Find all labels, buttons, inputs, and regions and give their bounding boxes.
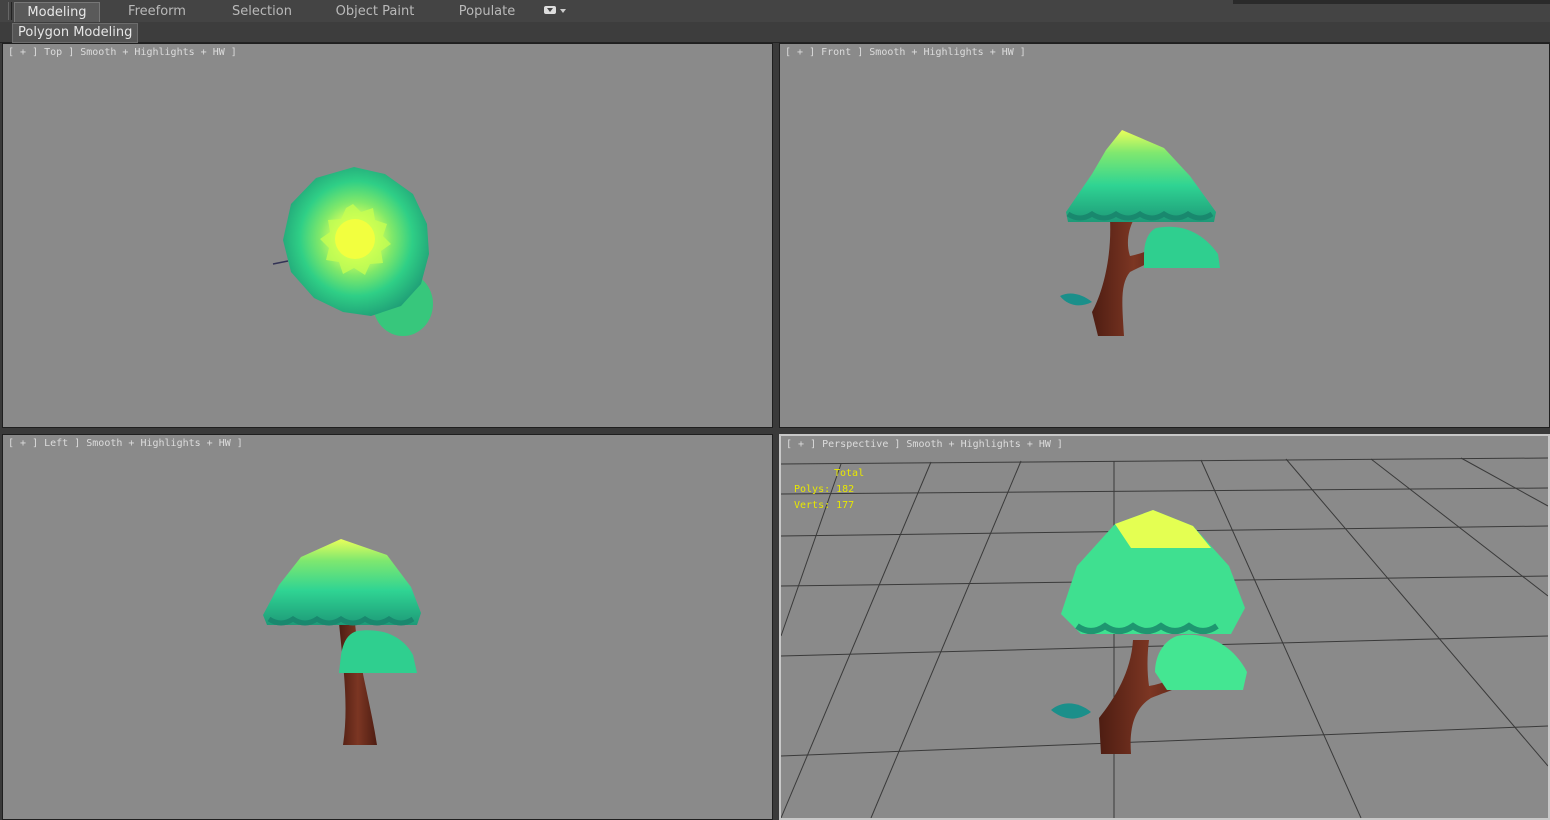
main-canopy-left <box>263 539 421 625</box>
main-canopy-front <box>1066 130 1216 222</box>
canopy-peak-top <box>335 219 375 259</box>
ribbon-grip[interactable] <box>8 2 12 20</box>
viewport-left[interactable]: [ + ] Left ] Smooth + Highlights + HW ] <box>2 434 773 820</box>
ribbon-options-dropdown[interactable] <box>544 4 570 18</box>
tree-left-view <box>263 539 421 745</box>
ribbon-options-icon <box>544 6 556 14</box>
polygon-modeling-panel-button[interactable]: Polygon Modeling <box>12 23 139 43</box>
home-grid <box>781 457 1548 818</box>
tree-front-view <box>1060 130 1220 336</box>
viewport-front[interactable]: [ + ] Front ] Smooth + Highlights + HW ] <box>779 43 1550 428</box>
tree-top-view <box>272 167 433 336</box>
ribbon-bar: Modeling Freeform Selection Object Paint… <box>0 0 1550 23</box>
small-canopy-perspective <box>1155 634 1247 690</box>
stats-polys: Polys: 182 <box>794 484 855 495</box>
leaf-perspective <box>1051 703 1091 719</box>
canopy-peak-perspective <box>1115 510 1211 548</box>
viewport-top[interactable]: [ + ] Top ] Smooth + Highlights + HW ] <box>2 43 773 428</box>
chevron-down-icon <box>560 9 566 13</box>
stats-verts: Verts: 177 <box>794 500 855 511</box>
tab-populate[interactable]: Populate <box>440 2 534 22</box>
stats-title: Total <box>834 468 865 479</box>
tree-perspective-view <box>781 457 1548 818</box>
tab-selection[interactable]: Selection <box>214 2 310 22</box>
small-canopy-front <box>1144 226 1220 268</box>
leaf-front <box>1060 293 1092 306</box>
tab-object-paint[interactable]: Object Paint <box>310 2 440 22</box>
ribbon-tabs: Modeling Freeform Selection Object Paint… <box>14 2 534 22</box>
leaf-stub-top <box>272 260 289 265</box>
viewport-perspective[interactable]: [ + ] Perspective ] Smooth + Highlights … <box>779 434 1550 820</box>
tab-freeform[interactable]: Freeform <box>100 2 214 22</box>
ribbon-panel-row: Polygon Modeling <box>0 22 1550 43</box>
small-canopy-left <box>339 630 417 673</box>
tab-modeling[interactable]: Modeling <box>14 2 100 22</box>
ribbon-end-bar <box>1233 0 1550 4</box>
